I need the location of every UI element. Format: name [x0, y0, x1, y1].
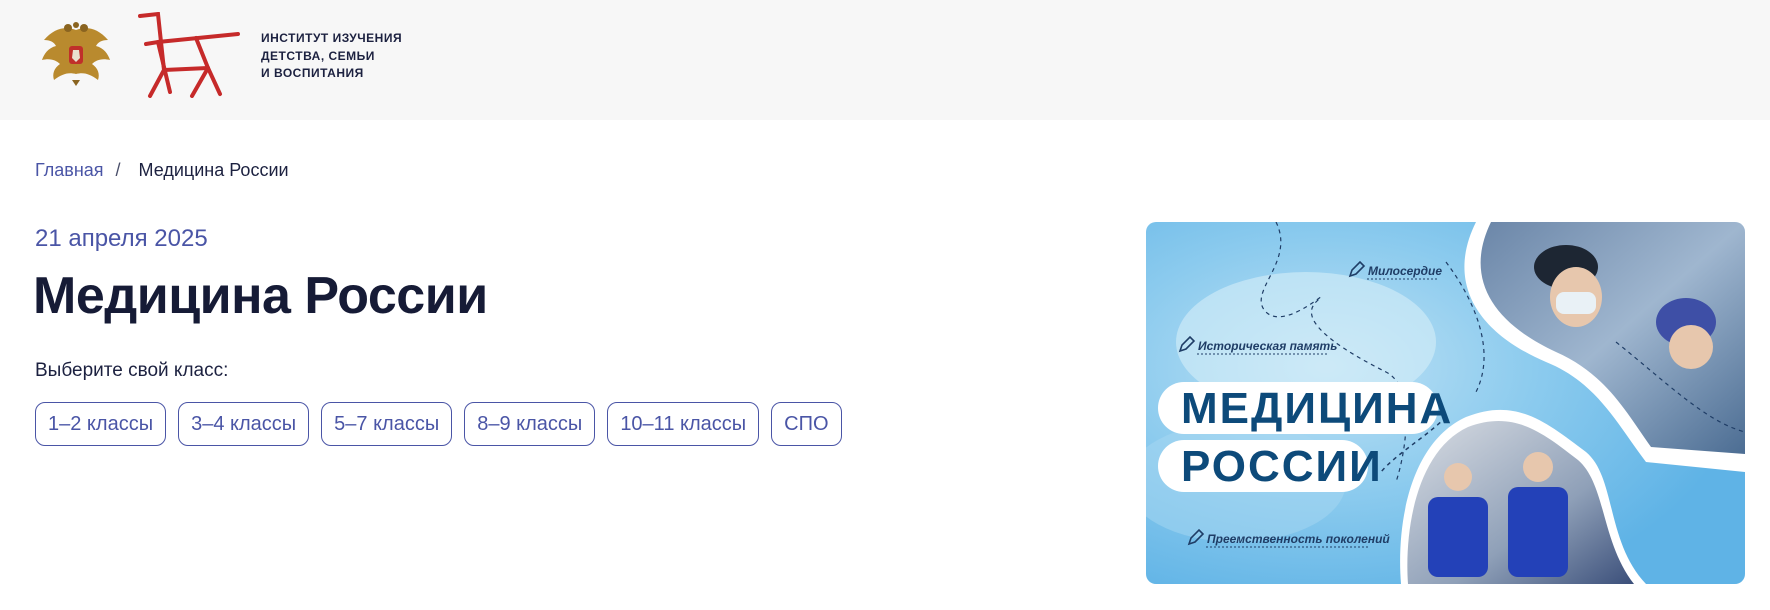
institute-chair-logo[interactable]: [138, 12, 242, 98]
institute-name: ИНСТИТУТ ИЗУЧЕНИЯ ДЕТСТВА, СЕМЬИ И ВОСПИ…: [261, 30, 402, 83]
breadcrumb-current: Медицина России: [138, 160, 289, 180]
grade-button-5-7[interactable]: 5–7 классы: [321, 402, 453, 446]
grade-button-3-4[interactable]: 3–4 классы: [178, 402, 310, 446]
grade-filter: 1–2 классы 3–4 классы 5–7 классы 8–9 кла…: [35, 402, 842, 446]
grade-button-spo[interactable]: СПО: [771, 402, 842, 446]
banner-title-line-2: РОССИИ: [1181, 442, 1383, 491]
institute-name-line-1: ИНСТИТУТ ИЗУЧЕНИЯ: [261, 31, 403, 45]
site-header: ИНСТИТУТ ИЗУЧЕНИЯ ДЕТСТВА, СЕМЬИ И ВОСПИ…: [0, 0, 1770, 120]
institute-name-line-3: И ВОСПИТАНИЯ: [261, 66, 364, 80]
breadcrumb: Главная / Медицина России: [35, 160, 289, 181]
breadcrumb-home-link[interactable]: Главная: [35, 160, 104, 181]
banner-tag-memory: Историческая память: [1198, 339, 1337, 353]
banner-tag-mercy: Милосердие: [1368, 264, 1442, 278]
article-banner: Милосердие Историческая память МЕДИЦИНА …: [1146, 222, 1745, 584]
coat-of-arms-logo[interactable]: [36, 22, 116, 88]
institute-name-line-2: ДЕТСТВА, СЕМЬИ: [261, 48, 375, 63]
grade-button-8-9[interactable]: 8–9 классы: [464, 402, 596, 446]
banner-title-line-1: МЕДИЦИНА: [1181, 384, 1453, 433]
choose-class-label: Выберите свой класс:: [35, 360, 229, 381]
banner-tag-generations: Преемственность поколений: [1207, 532, 1390, 546]
article-date: 21 апреля 2025: [35, 225, 208, 252]
grade-button-10-11[interactable]: 10–11 классы: [607, 402, 760, 446]
grade-button-1-2[interactable]: 1–2 классы: [35, 402, 167, 446]
breadcrumb-separator: /: [115, 160, 121, 180]
page-title: Медицина России: [33, 267, 488, 325]
